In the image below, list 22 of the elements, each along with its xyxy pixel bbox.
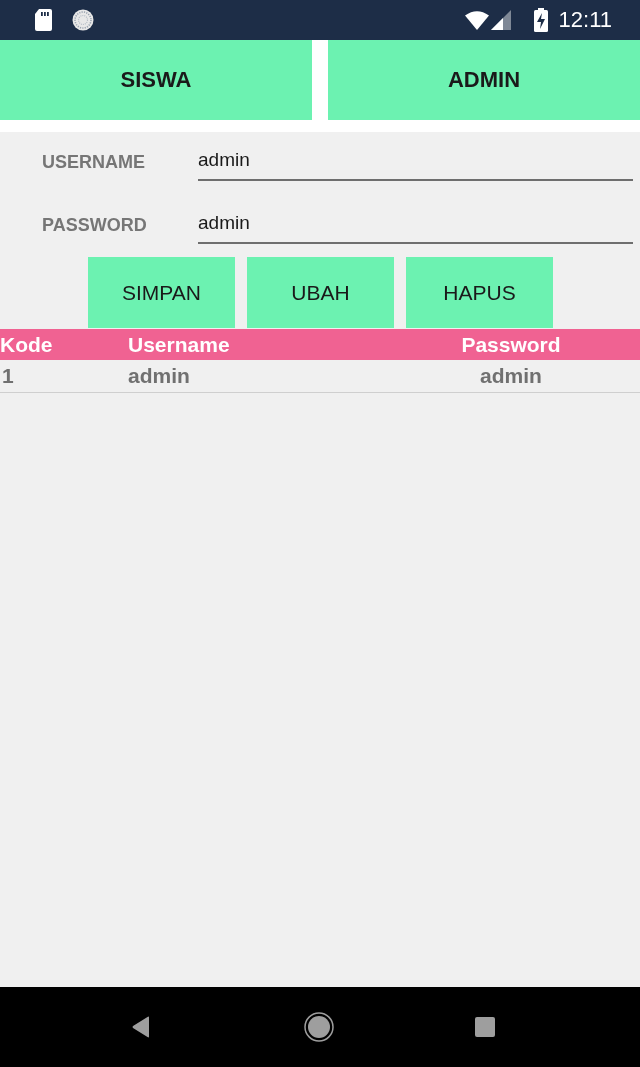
field-label: USERNAME (41, 152, 146, 173)
menu-button[interactable]: SISWA (0, 40, 312, 120)
clock-time: 12:11 (558, 8, 612, 32)
field-label: PASSWORD (41, 215, 148, 236)
table-cell-text: 1 (1, 364, 15, 388)
column-header: Username (128, 332, 231, 357)
text-field[interactable]: admin (198, 207, 633, 244)
action-button[interactable]: HAPUS (406, 257, 553, 328)
signal-icon (490, 10, 511, 30)
action-button[interactable]: UBAH (247, 257, 394, 328)
home-icon[interactable] (304, 1012, 334, 1042)
sd-card-icon (35, 9, 52, 31)
table-cell-text: admin (128, 364, 191, 388)
column-header: Kode (0, 332, 54, 357)
menu-button[interactable]: ADMIN (328, 40, 640, 120)
action-button[interactable]: SIMPAN (88, 257, 235, 328)
table-cell-text: admin (479, 364, 543, 388)
column-header: Password (460, 332, 562, 357)
battery-charging-icon (533, 8, 548, 32)
back-icon[interactable] (132, 1016, 150, 1038)
text-field[interactable]: admin (198, 144, 633, 181)
disc-icon (72, 9, 94, 31)
